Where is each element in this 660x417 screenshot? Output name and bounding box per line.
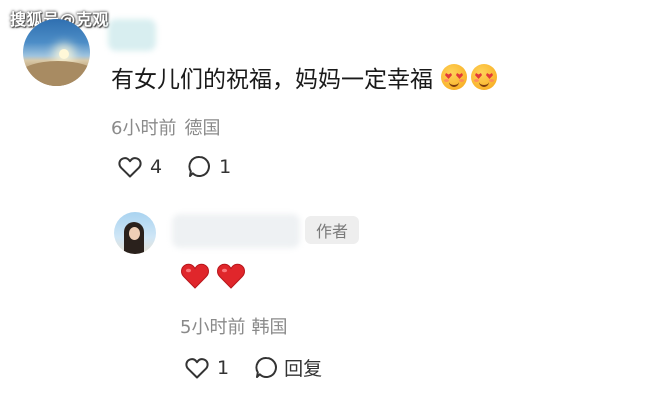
commenter-name-blurred[interactable] [108,19,156,51]
red-heart-emoji [217,263,245,289]
author-avatar[interactable] [114,212,156,254]
comment-meta: 6小时前 德国 [111,114,220,140]
like-count: 4 [150,155,163,178]
smiling-face-with-hearts-emoji [441,64,467,90]
speech-bubble-icon [188,156,211,177]
heart-outline-icon [185,357,209,378]
comment-actions: 4 1 [118,155,231,178]
reply-count: 1 [219,155,232,178]
reply-meta: 5小时前 韩国 [180,313,287,339]
reply-like-count: 1 [217,356,230,379]
heart-outline-icon [118,156,142,177]
reply-button[interactable]: 1 [188,155,231,178]
desert-dune-graphic [23,61,90,86]
comment-text: 有女儿们的祝福，妈妈一定幸福 [111,60,497,94]
comment-location: 德国 [184,118,221,139]
reply-actions: 1 回复 [185,354,322,381]
like-button[interactable]: 4 [118,156,162,178]
reply-text [180,262,246,290]
commenter-avatar[interactable] [23,19,90,86]
reply-location: 韩国 [251,317,288,338]
speech-bubble-icon [255,357,278,378]
sun-graphic [59,49,69,59]
smiling-face-with-hearts-emoji [471,64,497,90]
reply-time: 5小时前 [180,317,246,338]
reply-like-button[interactable]: 1 [185,357,229,379]
reply-label: 回复 [284,358,323,380]
author-name-blurred[interactable] [172,214,300,248]
reply-reply-button[interactable]: 回复 [255,354,322,381]
author-badge: 作者 [305,216,359,244]
portrait-face-graphic [129,227,140,240]
comment-body: 有女儿们的祝福，妈妈一定幸福 [111,67,433,93]
comment-time: 6小时前 [111,118,177,139]
red-heart-emoji [181,263,209,289]
